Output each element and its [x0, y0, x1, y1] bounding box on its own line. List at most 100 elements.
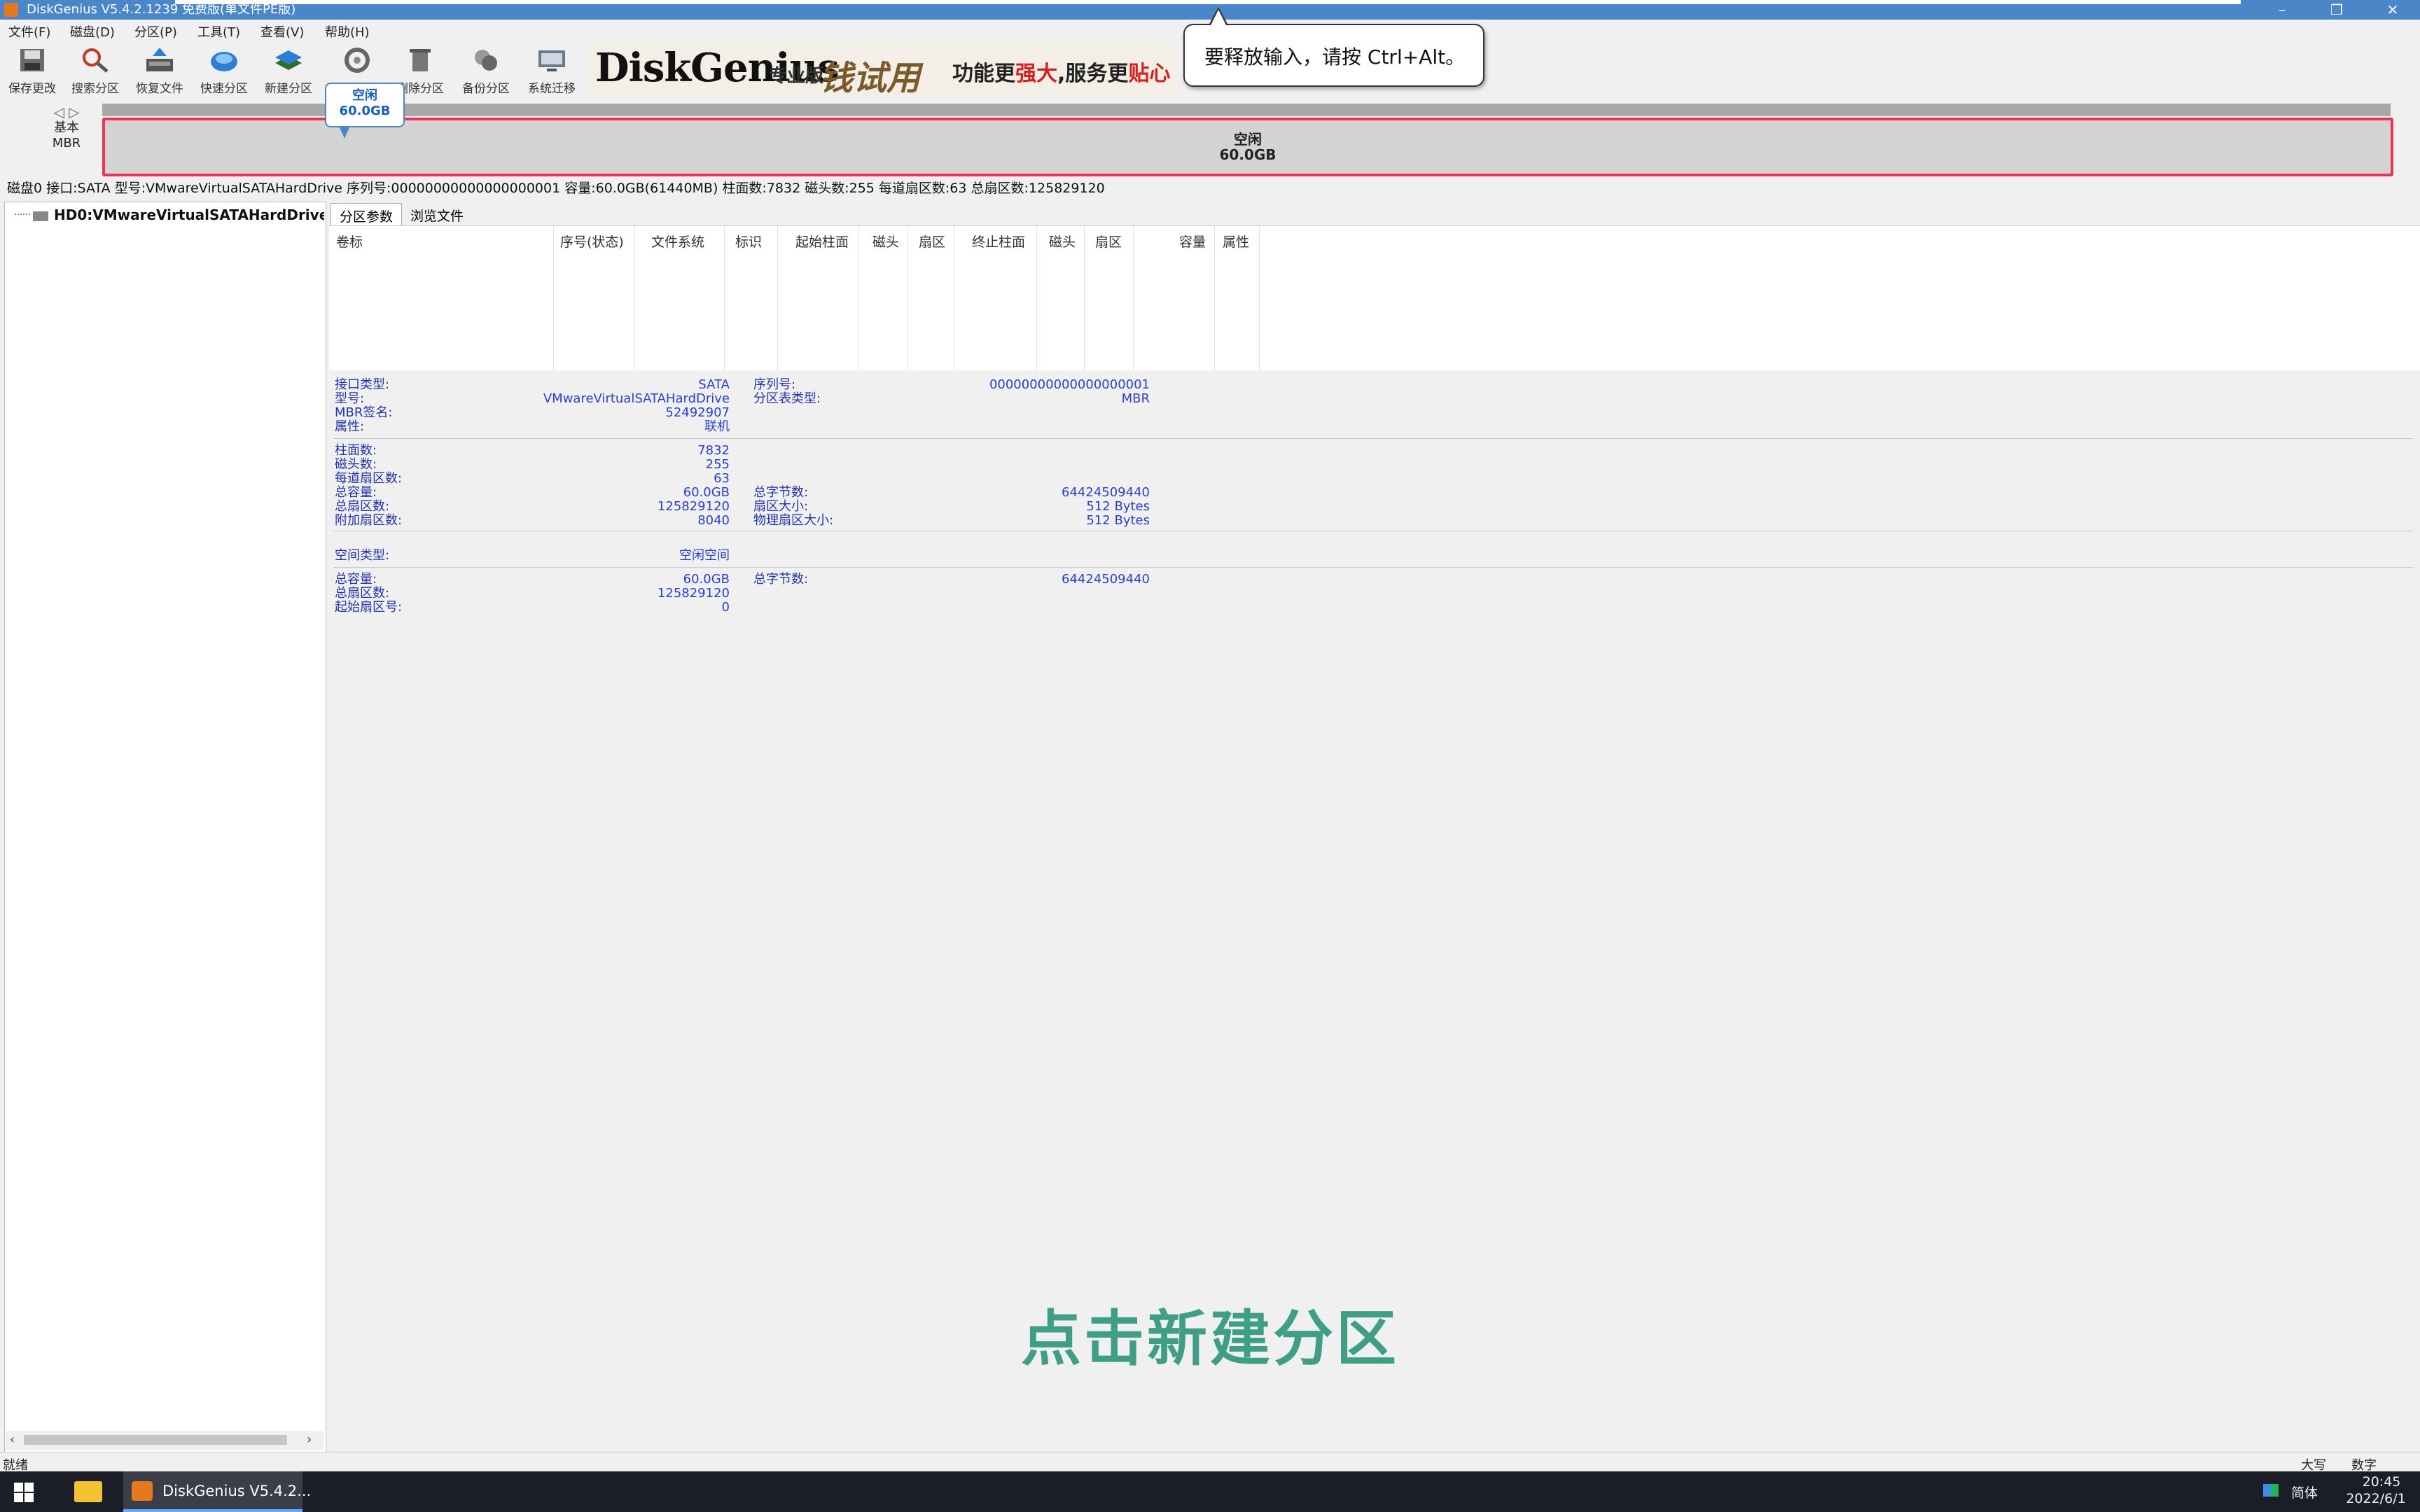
col-capacity[interactable]: 容量 — [1179, 232, 1206, 251]
search-partition-button[interactable]: 搜索分区 — [64, 43, 126, 96]
search-partition-label: 搜索分区 — [71, 82, 119, 96]
window-title: DiskGenius V5.4.2.1239 免费版(单文件PE版) — [27, 2, 296, 17]
restore-button[interactable]: ❐ — [2312, 0, 2361, 20]
windows-start-icon[interactable] — [14, 1483, 34, 1502]
minimize-button[interactable]: – — [2258, 0, 2307, 20]
col-divider — [553, 226, 554, 370]
detail-label: 总容量: — [335, 572, 377, 587]
format-icon — [345, 48, 370, 73]
col-divider — [634, 226, 635, 370]
scroll-left-icon[interactable]: ‹ — [10, 1432, 15, 1447]
detail-value: VMwareVirtualSATAHardDrive — [543, 391, 730, 406]
new-partition-button[interactable]: 新建分区 — [258, 43, 319, 96]
detail-value: 0 — [721, 600, 730, 615]
col-end-head[interactable]: 磁头 — [1049, 232, 1076, 251]
col-attributes[interactable]: 属性 — [1223, 232, 1249, 251]
backup-partition-button[interactable]: 备份分区 — [455, 43, 517, 96]
clock-date[interactable]: 2022/6/1 — [2337, 1491, 2414, 1506]
detail-value: SATA — [698, 377, 730, 392]
disk-info-line: 磁盘0 接口:SATA 型号:VMwareVirtualSATAHardDriv… — [7, 181, 1105, 196]
quick-partition-button[interactable]: 快速分区 — [193, 43, 255, 96]
col-divider — [858, 226, 859, 370]
free-space-block[interactable]: 空闲 60.0GB — [102, 118, 2393, 176]
detail-value: 125829120 — [657, 586, 730, 601]
video-subtitle: 点击新建分区 — [1021, 1304, 1399, 1374]
col-divider — [1133, 226, 1134, 370]
detail-value: 联机 — [704, 419, 730, 434]
free-space-label: 空闲 — [1234, 131, 1262, 148]
close-button[interactable]: ✕ — [2368, 0, 2417, 20]
taskbar: DiskGenius V5.4.2... 简体 20:45 2022/6/1 — [0, 1471, 2420, 1512]
col-id[interactable]: 标识 — [735, 232, 762, 251]
free-bubble-tail — [339, 126, 350, 139]
detail-value: 512 Bytes — [1086, 513, 1150, 528]
scrollbar-thumb[interactable] — [24, 1435, 287, 1445]
search-icon — [83, 48, 109, 73]
tab-browse-files[interactable]: 浏览文件 — [402, 203, 472, 225]
col-start-sector[interactable]: 扇区 — [919, 232, 945, 251]
detail-divider — [333, 567, 2413, 568]
detail-label: 总扇区数: — [335, 499, 390, 514]
col-start-cylinder[interactable]: 起始柱面 — [795, 232, 849, 251]
disk-map-nav: ◁ ▷ 基本 MBR — [28, 104, 105, 167]
col-end-cylinder[interactable]: 终止柱面 — [972, 232, 1025, 251]
banner-tagline-d: 贴心 — [1128, 62, 1171, 86]
detail-label: 型号: — [335, 391, 365, 406]
banner-slogan: 钱试用 — [819, 59, 921, 98]
network-icon[interactable] — [2263, 1484, 2279, 1497]
detail-label: 磁头数: — [335, 457, 377, 472]
tree-node-hd0[interactable]: HD0:VMwareVirtualSATAHardDrive(60GB) — [33, 206, 324, 223]
menu-file[interactable]: 文件(F) — [8, 22, 50, 41]
release-input-tooltip: 要释放输入，请按 Ctrl+Alt。 — [1183, 24, 1484, 87]
banner-tagline: 功能更强大,服务更贴心 — [952, 56, 1170, 87]
scroll-right-icon[interactable]: › — [307, 1432, 312, 1447]
tree-horizontal-scrollbar[interactable]: ‹ › — [6, 1431, 324, 1450]
col-start-head[interactable]: 磁头 — [872, 232, 899, 251]
clock-time[interactable]: 20:45 — [2357, 1474, 2406, 1490]
menu-help[interactable]: 帮助(H) — [325, 22, 370, 41]
detail-label: 接口类型: — [335, 377, 390, 392]
detail-label: 总字节数: — [753, 485, 809, 500]
banner-tagline-a: 功能更 — [952, 62, 1015, 86]
promo-banner[interactable]: DiskGenius 专业版 钱试用 功能更强大,服务更贴心 — [588, 42, 1176, 98]
free-bubble-size: 60.0GB — [339, 104, 391, 118]
file-explorer-icon[interactable] — [74, 1481, 102, 1502]
col-end-sector[interactable]: 扇区 — [1095, 232, 1122, 251]
disk-type-label: 基本 — [54, 120, 79, 135]
free-bubble-label: 空闲 — [352, 88, 377, 103]
detail-label: 起始扇区号: — [335, 600, 403, 615]
detail-label: 属性: — [335, 419, 365, 434]
detail-label: 总扇区数: — [335, 586, 390, 601]
col-index-status[interactable]: 序号(状态) — [560, 232, 624, 251]
tab-strip: 分区参数 浏览文件 — [329, 202, 2420, 227]
col-volume-label[interactable]: 卷标 — [336, 232, 363, 251]
col-divider — [777, 226, 778, 370]
detail-label: 扇区大小: — [753, 499, 809, 514]
tree-connector — [15, 214, 30, 215]
quick-partition-icon — [211, 52, 237, 71]
diskgenius-icon — [132, 1481, 153, 1501]
taskbar-app-diskgenius[interactable]: DiskGenius V5.4.2... — [123, 1471, 311, 1512]
detail-value: 7832 — [697, 443, 730, 458]
app-icon — [4, 3, 18, 17]
partition-table: 卷标 序号(状态) 文件系统 标识 起始柱面 磁头 扇区 终止柱面 磁头 扇区 … — [329, 225, 2420, 370]
recover-files-button[interactable]: 恢复文件 — [129, 43, 190, 96]
col-divider — [1214, 226, 1215, 370]
menu-tools[interactable]: 工具(T) — [197, 22, 240, 41]
system-migration-button[interactable]: 系统迁移 — [521, 43, 583, 96]
detail-value: 512 Bytes — [1086, 499, 1150, 514]
tooltip-text: 要释放输入，请按 Ctrl+Alt。 — [1204, 46, 1466, 69]
detail-value: 64424509440 — [1062, 485, 1150, 500]
recover-files-label: 恢复文件 — [136, 82, 183, 96]
col-file-system[interactable]: 文件系统 — [651, 232, 704, 251]
menu-view[interactable]: 查看(V) — [260, 22, 304, 41]
detail-value: MBR — [1121, 391, 1150, 406]
menu-partition[interactable]: 分区(P) — [134, 22, 177, 41]
save-changes-button[interactable]: 保存更改 — [1, 43, 63, 96]
tooltip-tail-fill — [1211, 10, 1226, 25]
menu-disk[interactable]: 磁盘(D) — [70, 22, 115, 41]
tab-partition-params[interactable]: 分区参数 — [331, 203, 403, 225]
new-partition-label: 新建分区 — [265, 82, 312, 96]
disk-nav-arrows[interactable]: ◁ ▷ — [28, 104, 105, 120]
ime-indicator[interactable]: 简体 — [2291, 1483, 2318, 1502]
